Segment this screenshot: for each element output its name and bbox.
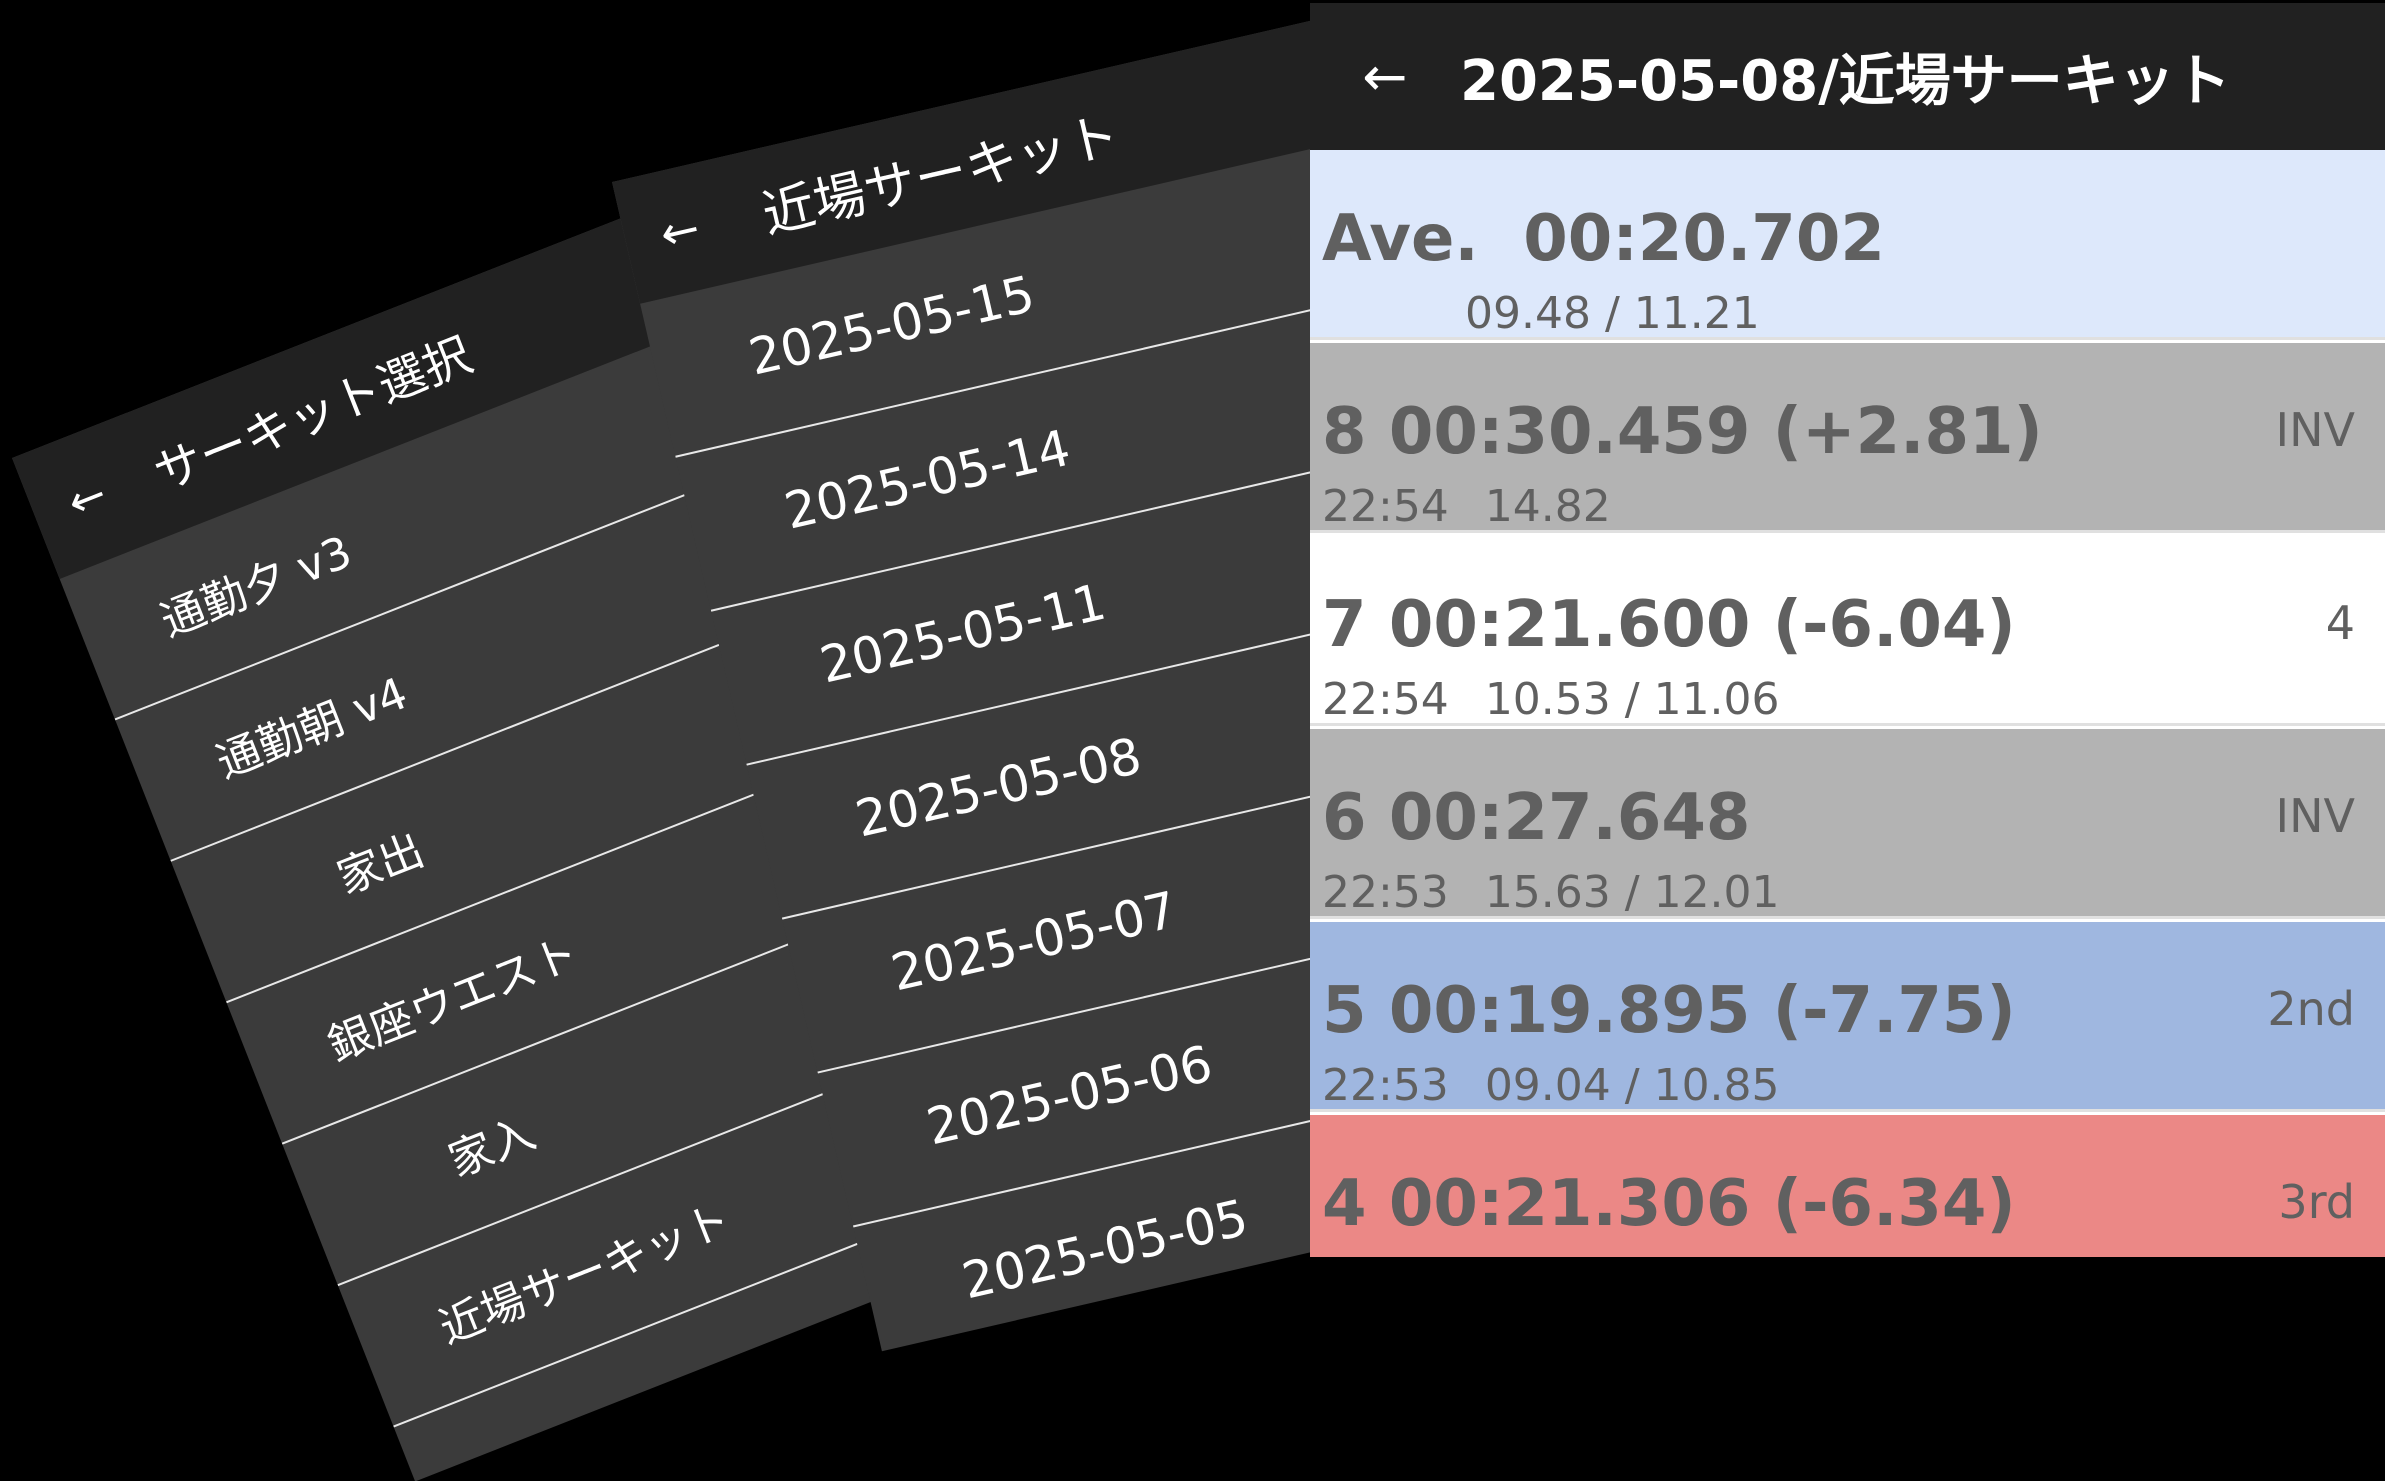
- lap-time: 6 00:27.648: [1322, 781, 1751, 855]
- lap-badge: 4: [2325, 596, 2355, 650]
- lap-details: 22:54 10.53 / 11.06: [1322, 674, 1780, 725]
- lap-details: [1322, 1253, 1358, 1257]
- lap-details: 22:53 15.63 / 12.01: [1322, 867, 1780, 918]
- lap-detail-screen: ← 2025-05-08/近場サーキット Ave. 00:20.702 09.4…: [1310, 3, 2385, 1257]
- lap-time: 4 00:21.306 (-6.34): [1322, 1167, 2016, 1241]
- list-item-label: 家入: [441, 1107, 543, 1188]
- table-row[interactable]: 7 00:21.600 (-6.04) 22:54 10.53 / 11.06 4: [1310, 536, 2385, 726]
- list-item-label: 通勤夕 v3: [153, 526, 359, 648]
- list-item-label: 通勤朝 v4: [209, 667, 415, 789]
- lap-badge: 3rd: [2278, 1175, 2355, 1229]
- list-item-label: 2025-05-05: [956, 1188, 1254, 1311]
- average-time: Ave. 00:20.702: [1322, 202, 1885, 276]
- table-row[interactable]: 6 00:27.648 22:53 15.63 / 12.01 INV: [1310, 729, 2385, 919]
- list-item-label: 家出: [330, 824, 431, 905]
- page-title: 2025-05-08/近場サーキット: [1460, 49, 2231, 114]
- lap-details: 22:54 14.82: [1322, 481, 1611, 532]
- list-item-label: 2025-05-14: [779, 418, 1076, 541]
- average-splits: 09.48 / 11.21: [1465, 288, 1760, 339]
- list-item-label: 2025-05-08: [850, 726, 1147, 849]
- table-row[interactable]: 5 00:19.895 (-7.75) 22:53 09.04 / 10.85 2…: [1310, 922, 2385, 1112]
- arrow-left-icon[interactable]: ←: [1310, 3, 1460, 150]
- lap-badge: 2nd: [2267, 982, 2355, 1036]
- average-row: Ave. 00:20.702 09.48 / 11.21: [1310, 150, 2385, 340]
- list-item-label: 2025-05-07: [885, 880, 1183, 1003]
- lap-badge: INV: [2275, 403, 2355, 457]
- app-bar: ← 2025-05-08/近場サーキット: [1310, 3, 2385, 150]
- lap-time: 5 00:19.895 (-7.75): [1322, 974, 2016, 1048]
- list-item-label: 2025-05-06: [921, 1034, 1218, 1157]
- list-item-label: 2025-05-15: [743, 264, 1040, 387]
- lap-time: 8 00:30.459 (+2.81): [1322, 395, 2043, 469]
- lap-time: 7 00:21.600 (-6.04): [1322, 588, 2016, 662]
- table-row[interactable]: 8 00:30.459 (+2.81) 22:54 14.82 INV: [1310, 343, 2385, 533]
- lap-details: 22:53 09.04 / 10.85: [1322, 1060, 1780, 1111]
- table-row[interactable]: 4 00:21.306 (-6.34) 3rd: [1310, 1115, 2385, 1257]
- list-item-label: 2025-05-11: [814, 572, 1111, 695]
- lap-badge: INV: [2275, 789, 2355, 843]
